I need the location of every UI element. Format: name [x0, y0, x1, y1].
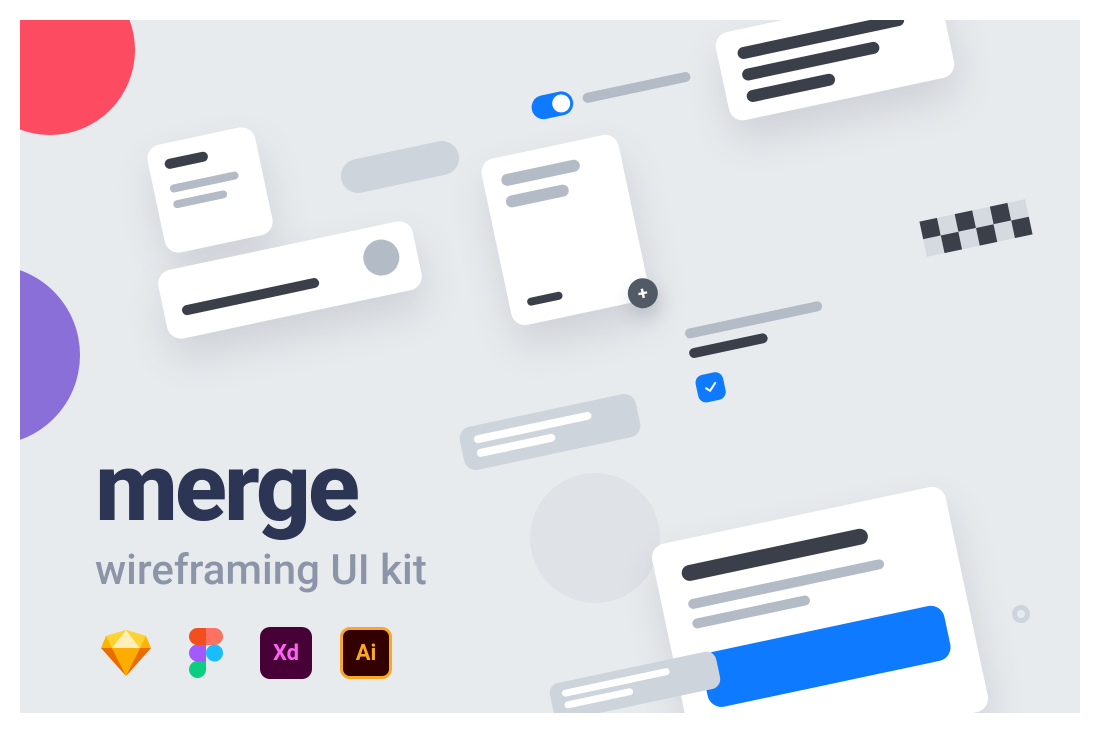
wf-line: [181, 277, 320, 316]
avatar-placeholder: [360, 236, 403, 279]
figma-icon: [180, 627, 232, 679]
adobe-illustrator-icon: Ai: [340, 627, 392, 679]
toggle-icon[interactable]: [529, 89, 575, 121]
decor-soft-circle: [518, 461, 672, 615]
product-subtitle: wireframing UI kit: [95, 546, 427, 595]
wf-toggle-row: [529, 63, 700, 122]
wf-vertical-card: +: [479, 132, 651, 327]
decor-circle-purple: [20, 265, 80, 445]
wf-line: [684, 300, 823, 339]
wf-line: [164, 151, 209, 170]
wf-text-card: [713, 20, 957, 123]
wf-chip: [338, 138, 462, 196]
checkbox-icon[interactable]: [694, 371, 727, 404]
checker-strip: [919, 199, 1032, 257]
wf-line: [500, 159, 581, 187]
wf-line: [688, 332, 768, 358]
promo-frame: + merge wireframing UI kit: [20, 20, 1080, 713]
wf-checkbox-group: [684, 292, 876, 404]
wf-line: [582, 71, 692, 104]
adobe-xd-icon: Xd: [260, 627, 312, 679]
wf-line: [172, 190, 227, 209]
apps-row: Xd Ai: [100, 627, 392, 679]
plus-icon[interactable]: +: [625, 275, 661, 311]
wf-note-card: [145, 125, 275, 255]
wf-chip-lines: [457, 392, 642, 472]
wf-line: [169, 171, 239, 193]
wf-line: [526, 291, 563, 306]
sketch-icon: [100, 627, 152, 679]
xd-label: Xd: [273, 641, 299, 666]
decor-circle-pink: [20, 20, 135, 135]
product-title: merge: [95, 440, 427, 536]
ai-label: Ai: [356, 641, 377, 666]
headline-block: merge wireframing UI kit: [95, 440, 427, 595]
wf-line: [505, 183, 570, 208]
decor-ring: [1012, 605, 1030, 623]
